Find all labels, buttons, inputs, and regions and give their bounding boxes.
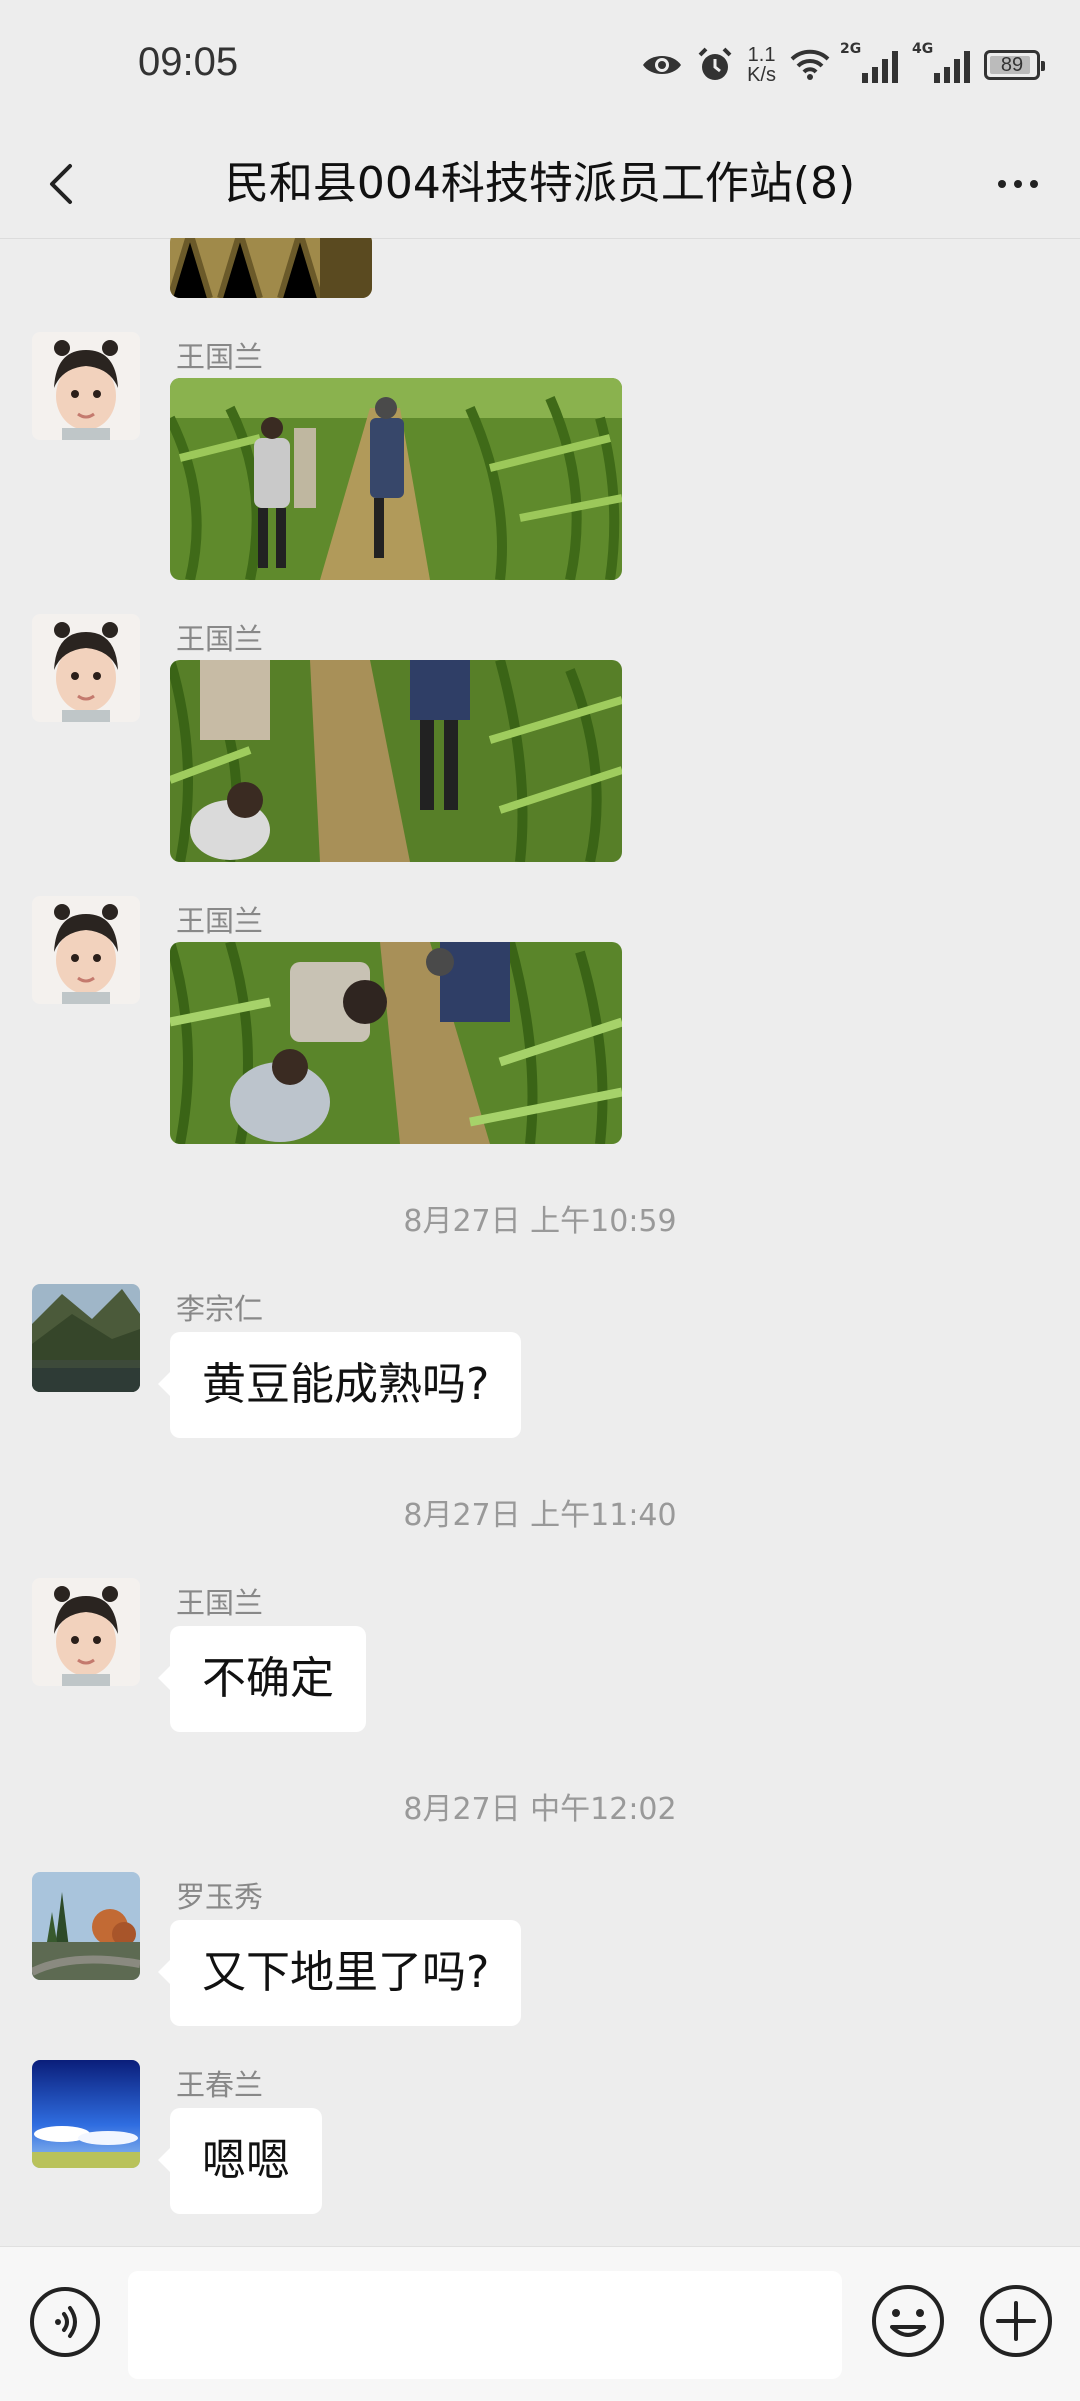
- message-bubble[interactable]: 嗯嗯: [158, 2108, 322, 2214]
- photo-message[interactable]: [170, 378, 622, 580]
- status-bar: 09:05 1.1 K/s 2G 4G 89: [0, 0, 1080, 130]
- sender-name: 王国兰: [176, 340, 264, 374]
- chat-header: 民和县004科技特派员工作站(8): [0, 130, 1080, 239]
- photo-message-partial[interactable]: [170, 238, 372, 298]
- sender-name: 李宗仁: [176, 1292, 264, 1326]
- chat-title: 民和县004科技特派员工作站(8): [224, 158, 856, 209]
- avatar[interactable]: [32, 2060, 140, 2168]
- battery-icon: 89: [984, 50, 1045, 80]
- alarm-icon: [698, 47, 732, 80]
- sender-name: 罗玉秀: [176, 1880, 264, 1914]
- sender-name: 王国兰: [176, 1586, 264, 1620]
- avatar[interactable]: [32, 1284, 140, 1392]
- back-arrow-icon[interactable]: [30, 152, 94, 216]
- signal-2g-icon: 2G: [840, 41, 898, 83]
- avatar[interactable]: [32, 896, 140, 1004]
- net-speed: 1.1 K/s: [747, 44, 776, 86]
- photo-message[interactable]: [170, 660, 622, 862]
- status-time: 09:05: [138, 40, 239, 84]
- timestamp: 8月27日 中午12:02: [403, 1792, 677, 1827]
- voice-input-icon[interactable]: [28, 2285, 102, 2359]
- emoji-icon[interactable]: [868, 2281, 948, 2361]
- sender-name: 王国兰: [176, 622, 264, 656]
- wifi-icon: [790, 49, 830, 80]
- avatar[interactable]: [32, 1872, 140, 1980]
- avatar[interactable]: [32, 1578, 140, 1686]
- message-bubble[interactable]: 不确定: [158, 1626, 366, 1732]
- more-icon[interactable]: [986, 152, 1050, 216]
- message-input[interactable]: [128, 2271, 842, 2379]
- sender-name: 王春兰: [176, 2068, 264, 2102]
- add-icon[interactable]: [976, 2281, 1056, 2361]
- avatar[interactable]: [32, 332, 140, 440]
- signal-4g-icon: 4G: [912, 41, 970, 83]
- eye-icon: [643, 56, 682, 74]
- sender-name: 王国兰: [176, 904, 264, 938]
- timestamp: 8月27日 上午10:59: [403, 1204, 677, 1239]
- message-list[interactable]: 王国兰 王国兰 王国兰 8月27日 上午10:59 李宗仁 黄豆能成熟吗? 8月…: [0, 238, 1080, 2246]
- status-icons: 1.1 K/s 2G 4G 89: [641, 40, 1045, 90]
- avatar[interactable]: [32, 614, 140, 722]
- timestamp: 8月27日 上午11:40: [403, 1498, 677, 1533]
- message-bubble[interactable]: 又下地里了吗?: [157, 1920, 522, 2026]
- photo-message[interactable]: [170, 942, 622, 1144]
- message-bubble[interactable]: 黄豆能成熟吗?: [157, 1332, 522, 1438]
- input-bar: [0, 2246, 1080, 2401]
